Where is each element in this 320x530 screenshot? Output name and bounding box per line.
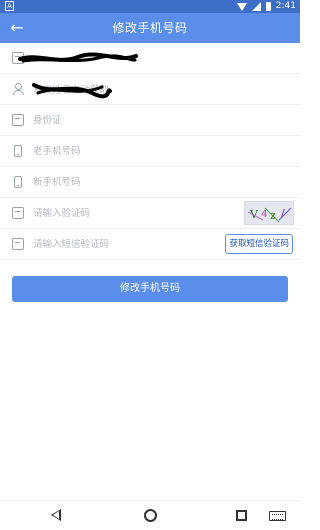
wifi-icon: [236, 2, 247, 11]
redaction-scribble: [32, 83, 112, 99]
form-row-sms-code[interactable]: 获取短信验证码: [0, 229, 300, 260]
captcha-graphic: V 4 z l: [245, 202, 293, 224]
old-phone-input[interactable]: [33, 145, 183, 157]
chat-icon: [12, 238, 24, 250]
battery-icon: [265, 2, 271, 11]
status-bar: A 2:41: [0, 0, 300, 13]
svg-text:4: 4: [261, 209, 267, 220]
form-row-new-phone[interactable]: [0, 167, 300, 198]
redaction-scribble: [18, 52, 138, 63]
captcha-input[interactable]: [33, 207, 183, 219]
form-row-old-phone[interactable]: [0, 136, 300, 167]
get-sms-code-button[interactable]: 获取短信验证码: [225, 234, 293, 254]
signal-icon: [251, 2, 261, 11]
form-row-id-card[interactable]: [0, 105, 300, 136]
nav-recents-icon[interactable]: [236, 510, 247, 521]
phone-icon: [14, 145, 22, 157]
svg-text:V: V: [249, 208, 259, 221]
chat-icon: [12, 207, 24, 219]
nav-back-icon[interactable]: [51, 509, 61, 521]
app-bar: ← 修改手机号码: [0, 13, 300, 43]
submit-button[interactable]: 修改手机号码: [12, 276, 288, 302]
form: 真实姓名自动获取 V 4 z l: [0, 43, 300, 260]
captcha-image[interactable]: V 4 z l: [244, 201, 294, 225]
nav-home-icon[interactable]: [144, 509, 157, 522]
form-row-account[interactable]: [0, 43, 300, 74]
chat-icon: [12, 114, 24, 126]
page-title: 修改手机号码: [112, 21, 188, 35]
sms-code-input[interactable]: [33, 238, 173, 250]
form-row-captcha[interactable]: V 4 z l: [0, 198, 300, 229]
android-notification-icon: A: [5, 1, 14, 11]
form-row-name[interactable]: 真实姓名自动获取: [0, 74, 300, 105]
new-phone-input[interactable]: [33, 176, 183, 188]
person-icon: [12, 83, 24, 95]
system-nav-bar: [0, 500, 300, 530]
id-card-input[interactable]: [33, 114, 183, 126]
status-time: 2:41: [275, 1, 296, 11]
keyboard-icon[interactable]: [269, 511, 286, 521]
phone-icon: [14, 176, 22, 188]
